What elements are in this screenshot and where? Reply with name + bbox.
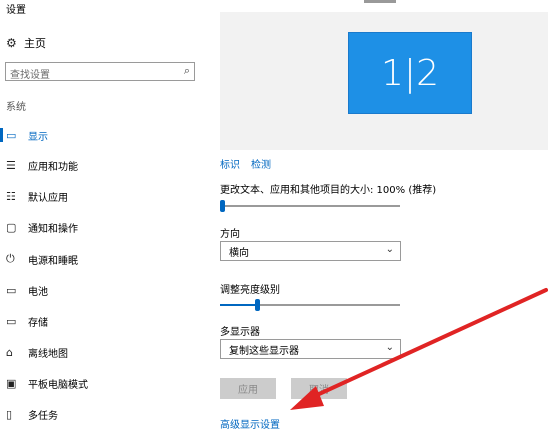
sidebar-item-tablet-mode[interactable]: ▣ 平板电脑模式 [0, 372, 205, 394]
sidebar-item-label: 应用和功能 [28, 161, 78, 173]
sidebar-item-storage[interactable]: ▭ 存储 [0, 310, 205, 332]
chevron-down-icon: ⌄ [385, 342, 394, 353]
sidebar-item-label: 显示 [28, 131, 48, 143]
sidebar-item-default-apps[interactable]: ☷ 默认应用 [0, 185, 205, 207]
monitor-icon: ▭ [6, 128, 17, 142]
cancel-button[interactable]: 取消 [291, 378, 347, 399]
multitask-icon: ▯ [6, 407, 13, 421]
default-apps-icon: ☷ [6, 189, 16, 203]
detect-link[interactable]: 检测 [251, 156, 271, 171]
sidebar-item-multitasking[interactable]: ▯ 多任务 [0, 403, 205, 425]
sidebar-item-label: 存储 [28, 317, 48, 329]
sidebar-item-label: 离线地图 [28, 348, 68, 360]
settings-sidebar: 设置 ⚙ 主页 ⌕ 系统 ▭ 显示 ☰ 应用和功能 ☷ 默认应用 ▢ 通知和操作… [0, 0, 210, 435]
sidebar-item-display[interactable]: ▭ 显示 [0, 124, 205, 146]
chevron-down-icon: ⌄ [385, 244, 394, 255]
sidebar-item-power[interactable]: ⏻ 电源和睡眠 [0, 248, 205, 270]
slider-thumb[interactable] [255, 299, 260, 311]
sidebar-item-label: 默认应用 [28, 192, 68, 204]
battery-icon: ▭ [6, 283, 17, 297]
identify-link[interactable]: 标识 [220, 156, 240, 171]
storage-icon: ▭ [6, 314, 17, 328]
orientation-label: 方向 [220, 229, 240, 240]
scale-slider[interactable] [220, 200, 400, 212]
power-icon: ⏻ [6, 252, 15, 265]
advanced-display-settings-link[interactable]: 高级显示设置 [220, 416, 280, 431]
sidebar-item-apps[interactable]: ☰ 应用和功能 [0, 154, 205, 176]
window-title: 设置 [6, 5, 26, 16]
scale-label: 更改文本、应用和其他项目的大小: 100% (推荐) [220, 185, 437, 196]
sidebar-item-label: 通知和操作 [28, 223, 78, 235]
search-box[interactable]: ⌕ [5, 62, 195, 84]
apps-list-icon: ☰ [6, 158, 16, 172]
search-icon[interactable]: ⌕ [184, 64, 190, 78]
gear-icon: ⚙ [6, 36, 17, 50]
slider-thumb[interactable] [220, 200, 225, 212]
orientation-select[interactable]: 横向 ⌄ [220, 241, 401, 261]
search-input[interactable] [6, 67, 175, 84]
map-icon: ⌂ [6, 345, 13, 359]
multi-display-select[interactable]: 复制这些显示器 ⌄ [220, 339, 401, 359]
home-label: 主页 [24, 37, 46, 50]
brightness-slider[interactable] [220, 299, 400, 311]
slider-track [220, 205, 400, 207]
sidebar-item-notifications[interactable]: ▢ 通知和操作 [0, 216, 205, 238]
top-scroll-indicator [364, 0, 396, 3]
notification-icon: ▢ [6, 220, 17, 234]
sidebar-item-label: 电池 [28, 286, 48, 298]
brightness-label: 调整亮度级别 [220, 285, 280, 296]
slider-fill [220, 304, 255, 306]
monitor-tile[interactable]: 1|2 [348, 32, 472, 114]
sidebar-item-label: 多任务 [28, 410, 58, 422]
home-nav-item[interactable]: ⚙ 主页 [6, 34, 46, 52]
multi-display-label: 多显示器 [220, 327, 260, 338]
orientation-value: 横向 [229, 247, 249, 259]
sidebar-item-offline-maps[interactable]: ⌂ 离线地图 [0, 341, 205, 363]
display-arrangement-area[interactable]: 1|2 [220, 12, 548, 150]
sidebar-item-battery[interactable]: ▭ 电池 [0, 279, 205, 301]
multi-display-value: 复制这些显示器 [229, 345, 299, 357]
sidebar-item-label: 电源和睡眠 [28, 255, 78, 267]
section-label: 系统 [6, 102, 26, 113]
tablet-icon: ▣ [6, 376, 17, 390]
apply-button[interactable]: 应用 [220, 378, 276, 399]
sidebar-item-label: 平板电脑模式 [28, 379, 88, 391]
